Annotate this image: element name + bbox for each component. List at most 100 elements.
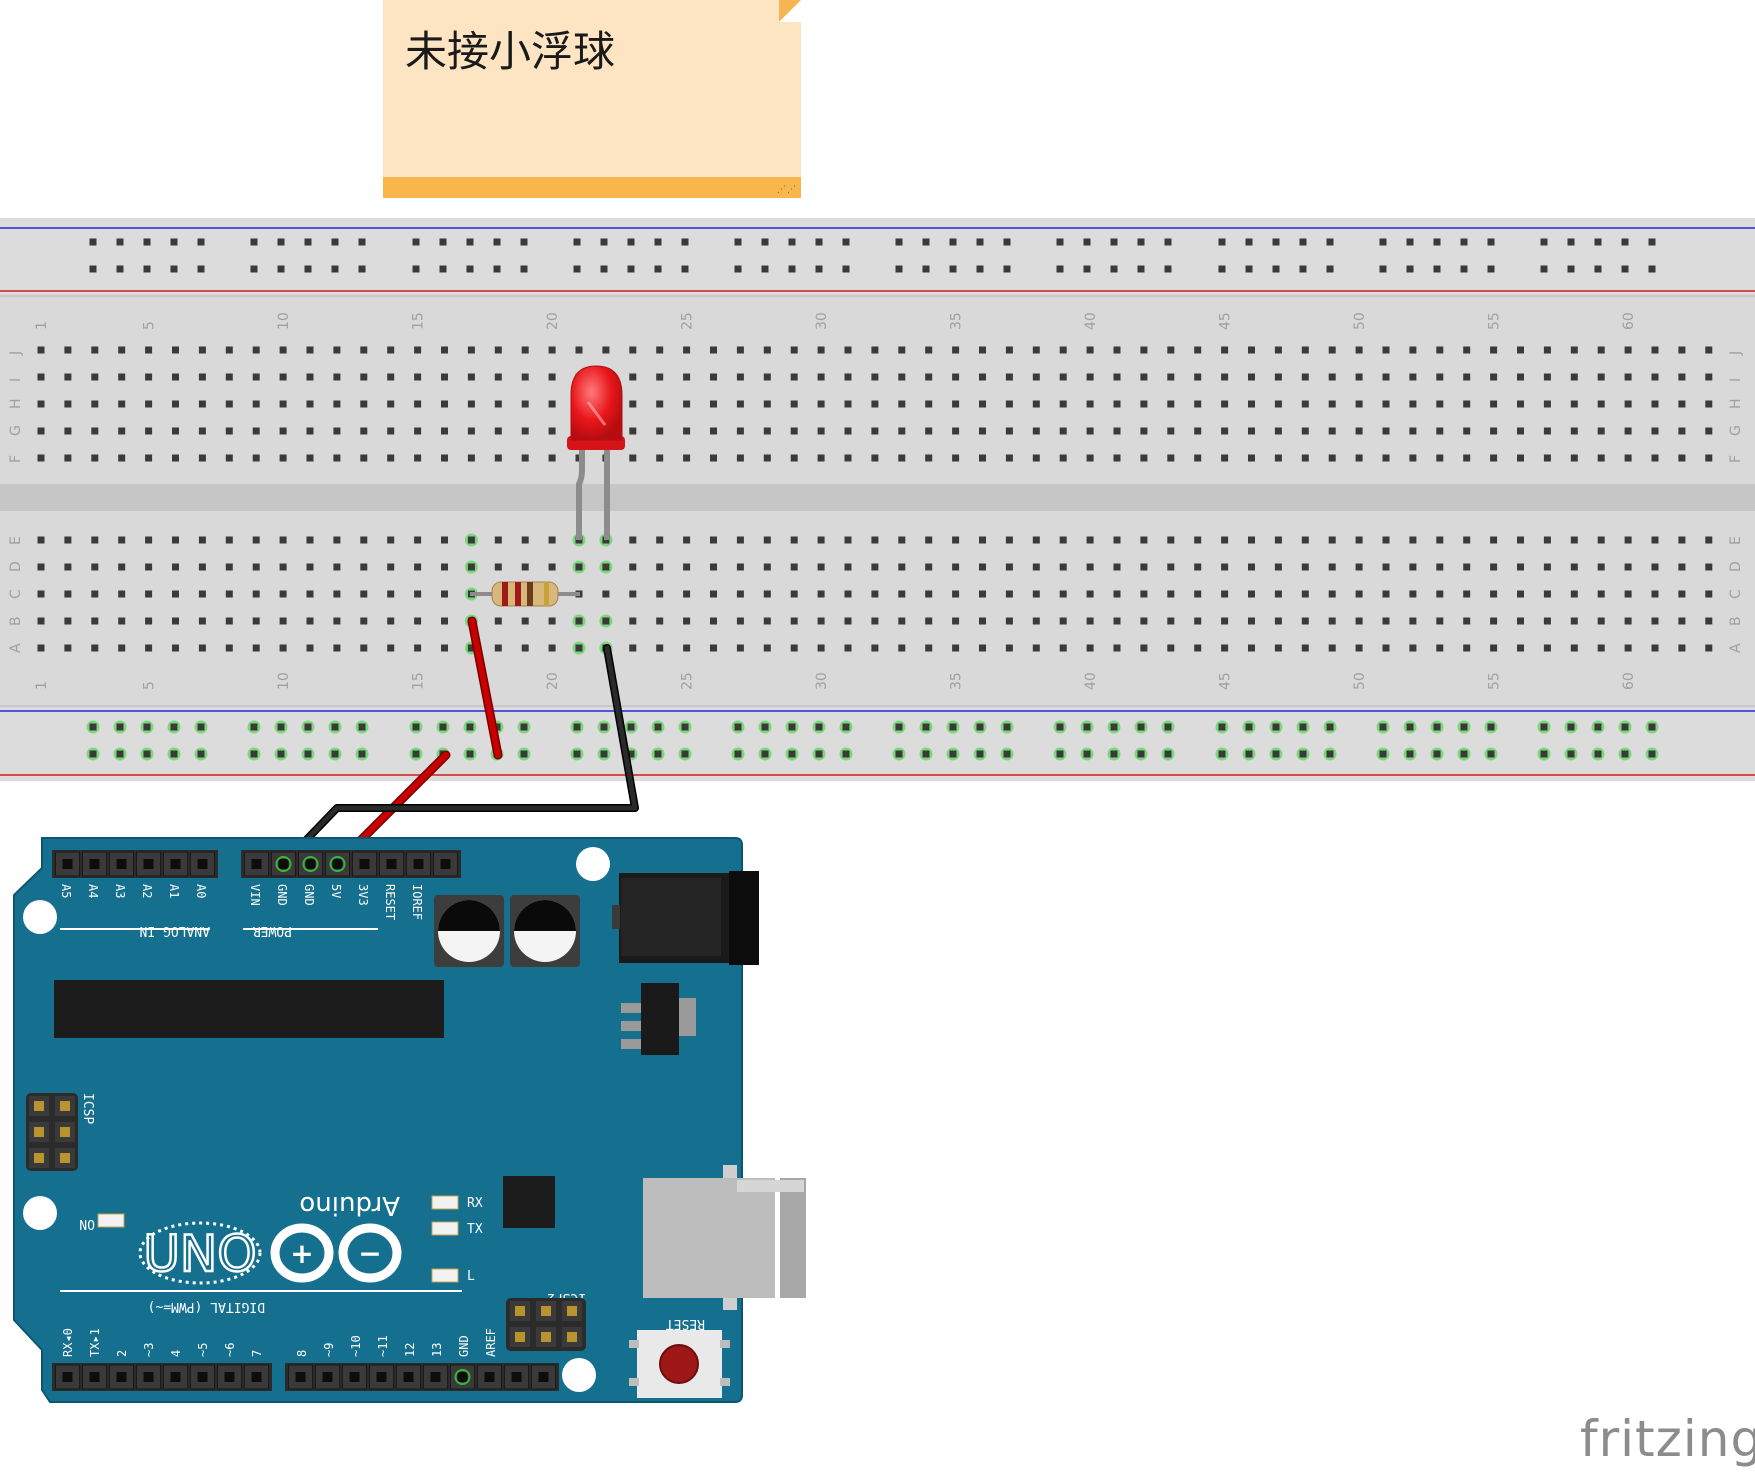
breadboard-hole[interactable] (844, 427, 852, 435)
breadboard-hole[interactable] (1409, 346, 1417, 354)
breadboard-hole[interactable] (1651, 400, 1659, 408)
breadboard-hole[interactable] (1463, 454, 1471, 462)
breadboard-hole[interactable] (758, 720, 772, 734)
breadboard-hole[interactable] (1624, 454, 1632, 462)
breadboard-hole[interactable] (1645, 720, 1659, 734)
breadboard-hole[interactable] (1618, 720, 1632, 734)
breadboard-hole[interactable] (91, 346, 99, 354)
breadboard-hole[interactable] (304, 265, 312, 273)
breadboard-hole[interactable] (306, 346, 314, 354)
breadboard-hole[interactable] (1269, 720, 1283, 734)
breadboard-hole[interactable] (1624, 536, 1632, 544)
breadboard-hole[interactable] (575, 346, 583, 354)
breadboard-hole[interactable] (1167, 617, 1175, 625)
breadboard-hole[interactable] (952, 617, 960, 625)
breadboard-hole[interactable] (333, 454, 341, 462)
icsp2-header[interactable] (506, 1298, 586, 1351)
breadboard-hole[interactable] (279, 400, 287, 408)
breadboard-hole[interactable] (1597, 373, 1605, 381)
breadboard-hole[interactable] (167, 747, 181, 761)
breadboard-hole[interactable] (1005, 427, 1013, 435)
breadboard-hole[interactable] (1355, 454, 1363, 462)
breadboard-hole[interactable] (91, 536, 99, 544)
breadboard-hole[interactable] (1269, 747, 1283, 761)
breadboard-hole[interactable] (64, 346, 72, 354)
breadboard-hole[interactable] (629, 346, 637, 354)
breadboard-hole[interactable] (521, 617, 529, 625)
breadboard-hole[interactable] (979, 400, 986, 408)
breadboard-hole[interactable] (1167, 373, 1175, 381)
breadboard-hole[interactable] (387, 427, 395, 435)
breadboard-hole[interactable] (1242, 720, 1256, 734)
breadboard-hole[interactable] (360, 373, 368, 381)
breadboard-hole[interactable] (279, 617, 287, 625)
breadboard-hole[interactable] (252, 454, 260, 462)
breadboard-hole[interactable] (86, 747, 100, 761)
breadboard-hole[interactable] (925, 454, 933, 462)
breadboard-hole[interactable] (919, 747, 933, 761)
breadboard-hole[interactable] (1705, 617, 1713, 625)
breadboard-hole[interactable] (1570, 644, 1578, 652)
breadboard-hole[interactable] (414, 563, 422, 571)
breadboard-hole[interactable] (355, 720, 369, 734)
breadboard-hole[interactable] (387, 400, 395, 408)
breadboard-hole[interactable] (387, 617, 395, 625)
breadboard-hole[interactable] (815, 265, 823, 273)
breadboard-hole[interactable] (409, 747, 423, 761)
breadboard-hole[interactable] (1328, 373, 1336, 381)
breadboard-hole[interactable] (1705, 454, 1713, 462)
breadboard-hole[interactable] (225, 346, 233, 354)
breadboard-hole[interactable] (898, 373, 906, 381)
breadboard-hole[interactable] (1248, 400, 1255, 408)
breadboard-hole[interactable] (1570, 590, 1578, 598)
breadboard-hole[interactable] (572, 614, 586, 628)
breadboard-hole[interactable] (1403, 747, 1417, 761)
breadboard-hole[interactable] (89, 265, 97, 273)
breadboard-hole[interactable] (1053, 747, 1067, 761)
breadboard-hole[interactable] (1624, 427, 1632, 435)
breadboard-hole[interactable] (629, 400, 637, 408)
breadboard-hole[interactable] (1242, 747, 1256, 761)
breadboard-hole[interactable] (1436, 644, 1444, 652)
breadboard-hole[interactable] (1328, 454, 1336, 462)
breadboard-hole[interactable] (763, 454, 771, 462)
breadboard-hole[interactable] (624, 720, 638, 734)
breadboard-hole[interactable] (1543, 590, 1551, 598)
breadboard-hole[interactable] (414, 454, 422, 462)
breadboard-hole[interactable] (439, 265, 447, 273)
breadboard-hole[interactable] (1080, 747, 1094, 761)
breadboard-hole[interactable] (979, 590, 986, 598)
breadboard-hole[interactable] (1083, 238, 1091, 246)
breadboard-hole[interactable] (360, 400, 368, 408)
breadboard-hole[interactable] (736, 563, 744, 571)
breadboard-hole[interactable] (333, 536, 341, 544)
breadboard-hole[interactable] (1517, 373, 1524, 381)
breadboard-hole[interactable] (1570, 346, 1578, 354)
breadboard-hole[interactable] (1272, 265, 1280, 273)
breadboard-hole[interactable] (118, 427, 126, 435)
breadboard-hole[interactable] (1301, 563, 1309, 571)
breadboard-hole[interactable] (892, 747, 906, 761)
breadboard-hole[interactable] (761, 238, 769, 246)
breadboard-hole[interactable] (306, 400, 314, 408)
breadboard-hole[interactable] (817, 590, 825, 598)
breadboard-hole[interactable] (1567, 265, 1575, 273)
breadboard-hole[interactable] (1140, 346, 1148, 354)
breadboard-hole[interactable] (1651, 346, 1659, 354)
breadboard-hole[interactable] (91, 400, 99, 408)
breadboard-hole[interactable] (1463, 427, 1471, 435)
breadboard-hole[interactable] (898, 617, 906, 625)
breadboard-hole[interactable] (113, 720, 127, 734)
breadboard-hole[interactable] (1274, 590, 1282, 598)
breadboard-hole[interactable] (1032, 536, 1040, 544)
breadboard-hole[interactable] (790, 400, 798, 408)
breadboard-hole[interactable] (118, 454, 126, 462)
breadboard-hole[interactable] (573, 265, 581, 273)
breadboard-hole[interactable] (925, 427, 933, 435)
breadboard-hole[interactable] (1651, 563, 1659, 571)
breadboard-hole[interactable] (1221, 644, 1229, 652)
breadboard-hole[interactable] (1032, 617, 1040, 625)
breadboard-hole[interactable] (1164, 265, 1172, 273)
breadboard-hole[interactable] (790, 617, 798, 625)
breadboard-hole[interactable] (683, 427, 691, 435)
